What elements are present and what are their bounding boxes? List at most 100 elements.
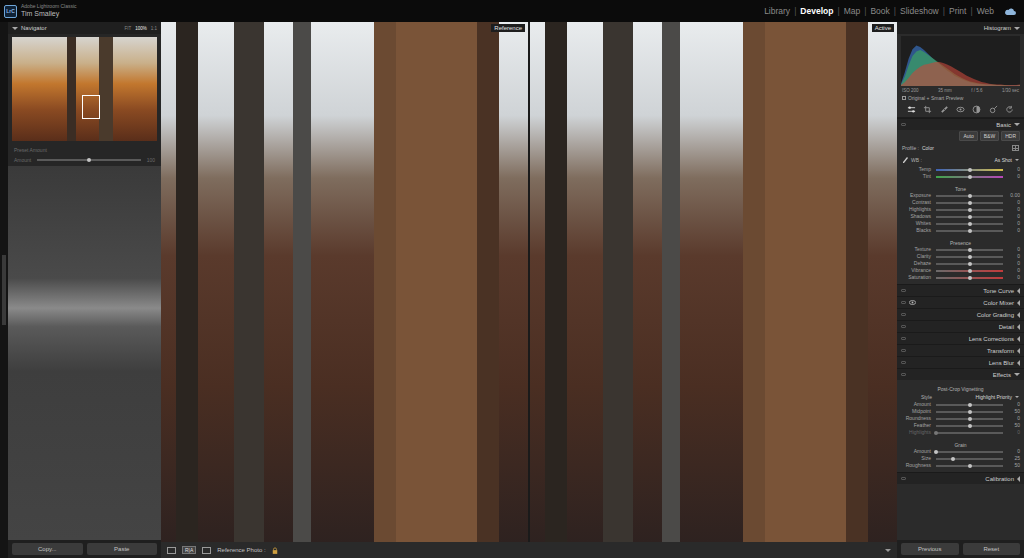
slider-row[interactable]: Whites0: [897, 220, 1024, 227]
slider-reading[interactable]: 0: [1008, 415, 1020, 422]
disclosure-triangle-icon[interactable]: [1017, 476, 1020, 482]
slider-row[interactable]: Contrast0: [897, 199, 1024, 206]
slider-thumb[interactable]: [968, 208, 972, 212]
slider-reading[interactable]: 0: [1008, 213, 1020, 220]
slider-track[interactable]: [936, 451, 1003, 453]
panel-header[interactable]: Lens Blur: [897, 356, 1024, 368]
disclosure-triangle-icon[interactable]: [1017, 288, 1020, 294]
photo-view[interactable]: Reference: [161, 22, 528, 542]
panel-header[interactable]: Tone Curve: [897, 284, 1024, 296]
disclosure-triangle-icon[interactable]: [1014, 27, 1020, 30]
slider-track[interactable]: [936, 256, 1003, 258]
panel-header[interactable]: Color Grading: [897, 308, 1024, 320]
white-balance-select[interactable]: WB :As Shot: [897, 154, 1024, 166]
module-tab[interactable]: Web: [977, 6, 994, 16]
module-tab[interactable]: Library: [764, 6, 790, 16]
module-tab[interactable]: Slideshow: [900, 6, 939, 16]
slider-row[interactable]: Roundness0: [897, 415, 1024, 422]
eye-icon[interactable]: [909, 300, 916, 305]
disclosure-triangle-icon[interactable]: [1017, 300, 1020, 306]
paste-button[interactable]: Paste: [87, 543, 158, 555]
slider-reading[interactable]: 0: [1008, 448, 1020, 455]
slider-reading[interactable]: 25: [1008, 455, 1020, 462]
slider-thumb[interactable]: [968, 417, 972, 421]
slider-track[interactable]: [936, 418, 1003, 420]
slider-thumb[interactable]: [968, 269, 972, 273]
navigator-preview[interactable]: [12, 37, 157, 141]
panel-header[interactable]: Effects: [897, 368, 1024, 380]
cloud-icon[interactable]: [1004, 7, 1016, 16]
slider-row[interactable]: Texture0: [897, 246, 1024, 253]
toolbar-menu-icon[interactable]: [885, 549, 891, 552]
remove-icon[interactable]: [989, 105, 998, 114]
slider-track[interactable]: [936, 169, 1003, 171]
slider-reading[interactable]: 0: [1008, 199, 1020, 206]
slider-thumb[interactable]: [968, 222, 972, 226]
slider-track[interactable]: [936, 465, 1003, 467]
slider-row[interactable]: Amount0: [897, 448, 1024, 455]
slider-thumb[interactable]: [968, 201, 972, 205]
slider-track[interactable]: [936, 458, 1003, 460]
slider-reading[interactable]: 0: [1008, 246, 1020, 253]
slider-row[interactable]: Saturation0: [897, 274, 1024, 281]
photo-view[interactable]: Active: [530, 22, 897, 542]
slider-reading[interactable]: 0: [1008, 274, 1020, 281]
slider-track[interactable]: [936, 230, 1003, 232]
panel-switch-icon[interactable]: [901, 313, 906, 316]
slider-track[interactable]: [936, 223, 1003, 225]
slider-reading[interactable]: 50: [1008, 422, 1020, 429]
select-value[interactable]: Color: [922, 145, 934, 151]
crop-icon[interactable]: [923, 105, 932, 114]
slider-row[interactable]: Shadows0: [897, 213, 1024, 220]
slider-thumb[interactable]: [87, 158, 91, 162]
slider-row[interactable]: Feather50: [897, 422, 1024, 429]
edit-sliders-icon[interactable]: [907, 105, 916, 114]
slider-reading[interactable]: 0: [1008, 166, 1020, 173]
reset-button[interactable]: Reset: [963, 543, 1021, 555]
disclosure-triangle-icon[interactable]: [1014, 123, 1020, 126]
masking-icon[interactable]: [972, 105, 981, 114]
slider-thumb[interactable]: [968, 229, 972, 233]
slider-reading[interactable]: 0: [1008, 206, 1020, 213]
slider-track[interactable]: [936, 411, 1003, 413]
panel-header[interactable]: Color Mixer: [897, 296, 1024, 308]
slider-row[interactable]: Blacks0: [897, 227, 1024, 234]
slider-reading[interactable]: 0: [1008, 173, 1020, 180]
slider-reading[interactable]: 0: [1008, 429, 1020, 436]
module-tab[interactable]: Map: [844, 6, 861, 16]
slider-reading[interactable]: 0: [1008, 253, 1020, 260]
histogram-header[interactable]: Histogram: [897, 22, 1024, 34]
disclosure-triangle-icon[interactable]: [1017, 336, 1020, 342]
panel-collapse-handle[interactable]: [2, 255, 6, 325]
slider-row[interactable]: Tint0: [897, 173, 1024, 180]
panel-header[interactable]: Transform: [897, 344, 1024, 356]
slider-thumb[interactable]: [968, 255, 972, 259]
panel-switch-icon[interactable]: [901, 289, 906, 292]
slider-thumb[interactable]: [951, 457, 955, 461]
slider-row[interactable]: Roughness50: [897, 462, 1024, 469]
module-tab[interactable]: Book: [870, 6, 889, 16]
slider-thumb[interactable]: [968, 215, 972, 219]
slider-track[interactable]: [936, 425, 1003, 427]
module-tab[interactable]: Develop: [800, 6, 833, 16]
slider-row[interactable]: Highlights0: [897, 206, 1024, 213]
slider-reading[interactable]: 0: [1008, 260, 1020, 267]
panel-switch-icon[interactable]: [901, 477, 906, 480]
panel-header[interactable]: Calibration: [897, 472, 1024, 484]
eyedropper-icon[interactable]: [902, 156, 908, 164]
slider-row[interactable]: Vibrance0: [897, 267, 1024, 274]
slider-track[interactable]: [936, 277, 1003, 279]
previous-button[interactable]: Previous: [901, 543, 959, 555]
slider-thumb[interactable]: [934, 450, 938, 454]
disclosure-triangle-icon[interactable]: [12, 27, 18, 30]
reference-mode-button[interactable]: R|A: [182, 546, 196, 554]
reset-icon[interactable]: [1005, 105, 1014, 114]
compare-view-icon[interactable]: [202, 547, 211, 554]
disclosure-triangle-icon[interactable]: [1017, 360, 1020, 366]
slider-track[interactable]: [936, 432, 1003, 434]
panel-header[interactable]: Basic: [897, 118, 1024, 130]
slider-track[interactable]: [936, 202, 1003, 204]
panel-header[interactable]: Lens Corrections: [897, 332, 1024, 344]
treatment-button[interactable]: HDR: [1001, 131, 1020, 141]
slider-track[interactable]: [936, 195, 1003, 197]
